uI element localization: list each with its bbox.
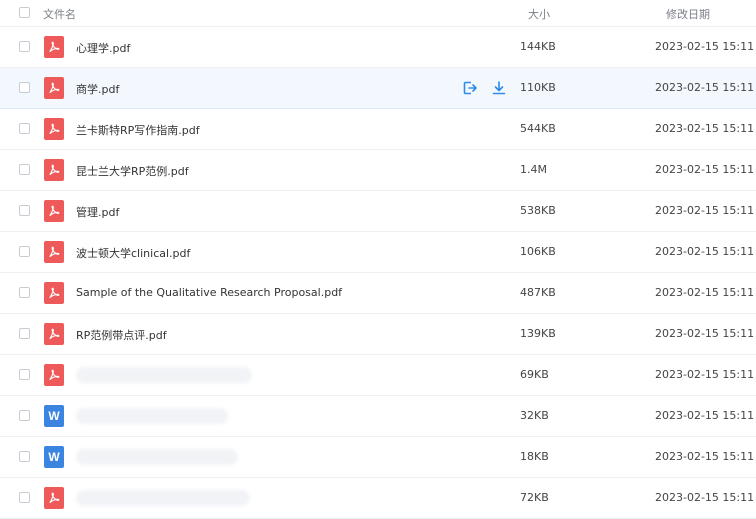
- blurred-file-name[interactable]: [76, 490, 250, 506]
- file-date: 2023-02-15 15:11: [655, 163, 755, 176]
- file-name[interactable]: 兰卡斯特RP写作指南.pdf: [76, 122, 200, 138]
- file-size: 110KB: [520, 81, 556, 94]
- row-checkbox[interactable]: [19, 369, 30, 380]
- pdf-file-icon: [44, 200, 64, 222]
- file-row[interactable]: W 18KB 2023-02-15 15:11: [0, 437, 756, 478]
- row-checkbox[interactable]: [19, 246, 30, 257]
- file-size: 72KB: [520, 491, 549, 504]
- row-checkbox[interactable]: [19, 123, 30, 134]
- file-size: 139KB: [520, 327, 556, 340]
- file-name[interactable]: 商学.pdf: [76, 81, 119, 97]
- pdf-file-icon: [44, 77, 64, 99]
- pdf-file-icon: [44, 241, 64, 263]
- file-name[interactable]: 管理.pdf: [76, 204, 119, 220]
- file-date: 2023-02-15 15:11: [655, 491, 755, 504]
- file-date: 2023-02-15 15:11: [655, 81, 755, 94]
- file-size: 1.4M: [520, 163, 547, 176]
- file-size: 106KB: [520, 245, 556, 258]
- file-row[interactable]: RP范例带点评.pdf 139KB 2023-02-15 15:11: [0, 314, 756, 355]
- download-icon[interactable]: [491, 80, 507, 96]
- file-name[interactable]: 波士顿大学clinical.pdf: [76, 245, 190, 261]
- pdf-file-icon: [44, 487, 64, 509]
- file-row[interactable]: 72KB 2023-02-15 15:11: [0, 478, 756, 519]
- blurred-file-name[interactable]: [76, 408, 228, 424]
- word-file-icon: W: [44, 405, 64, 427]
- pdf-file-icon: [44, 118, 64, 140]
- file-row[interactable]: 心理学.pdf 144KB 2023-02-15 15:11: [0, 27, 756, 68]
- file-date: 2023-02-15 15:11: [655, 204, 755, 217]
- row-checkbox[interactable]: [19, 205, 30, 216]
- file-size: 487KB: [520, 286, 556, 299]
- file-row[interactable]: 69KB 2023-02-15 15:11: [0, 355, 756, 396]
- column-header-date[interactable]: 修改日期: [666, 6, 710, 22]
- pdf-file-icon: [44, 282, 64, 304]
- file-list: 文件名 大小 修改日期 心理学.pdf 144KB 2023-02-15 15:…: [0, 0, 756, 519]
- file-name[interactable]: 心理学.pdf: [76, 40, 130, 56]
- file-row[interactable]: 管理.pdf 538KB 2023-02-15 15:11: [0, 191, 756, 232]
- file-size: 544KB: [520, 122, 556, 135]
- file-date: 2023-02-15 15:11: [655, 450, 755, 463]
- pdf-file-icon: [44, 364, 64, 386]
- file-name[interactable]: 昆士兰大学RP范例.pdf: [76, 163, 189, 179]
- file-date: 2023-02-15 15:11: [655, 40, 755, 53]
- file-row[interactable]: Sample of the Qualitative Research Propo…: [0, 273, 756, 314]
- column-header-name[interactable]: 文件名: [43, 6, 76, 22]
- file-row[interactable]: 昆士兰大学RP范例.pdf 1.4M 2023-02-15 15:11: [0, 150, 756, 191]
- file-list-header: 文件名 大小 修改日期: [0, 0, 756, 27]
- word-file-icon: W: [44, 446, 64, 468]
- file-size: 32KB: [520, 409, 549, 422]
- row-checkbox[interactable]: [19, 492, 30, 503]
- file-name[interactable]: Sample of the Qualitative Research Propo…: [76, 286, 342, 299]
- file-size: 18KB: [520, 450, 549, 463]
- share-icon[interactable]: [462, 80, 478, 96]
- pdf-file-icon: [44, 159, 64, 181]
- row-checkbox[interactable]: [19, 41, 30, 52]
- row-checkbox[interactable]: [19, 82, 30, 93]
- row-checkbox[interactable]: [19, 164, 30, 175]
- file-row[interactable]: 商学.pdf 110KB 2023-02-15 15:11: [0, 68, 756, 109]
- file-date: 2023-02-15 15:11: [655, 122, 755, 135]
- file-name[interactable]: RP范例带点评.pdf: [76, 327, 167, 343]
- file-size: 144KB: [520, 40, 556, 53]
- file-date: 2023-02-15 15:11: [655, 368, 755, 381]
- row-checkbox[interactable]: [19, 410, 30, 421]
- file-row[interactable]: 波士顿大学clinical.pdf 106KB 2023-02-15 15:11: [0, 232, 756, 273]
- pdf-file-icon: [44, 323, 64, 345]
- blurred-file-name[interactable]: [76, 449, 238, 465]
- file-date: 2023-02-15 15:11: [655, 327, 755, 340]
- file-size: 538KB: [520, 204, 556, 217]
- row-checkbox[interactable]: [19, 451, 30, 462]
- row-checkbox[interactable]: [19, 287, 30, 298]
- blurred-file-name[interactable]: [76, 367, 252, 383]
- file-row[interactable]: 兰卡斯特RP写作指南.pdf 544KB 2023-02-15 15:11: [0, 109, 756, 150]
- pdf-file-icon: [44, 36, 64, 58]
- row-checkbox[interactable]: [19, 328, 30, 339]
- select-all-checkbox[interactable]: [19, 7, 30, 18]
- file-size: 69KB: [520, 368, 549, 381]
- file-row[interactable]: W 32KB 2023-02-15 15:11: [0, 396, 756, 437]
- file-date: 2023-02-15 15:11: [655, 409, 755, 422]
- column-header-size[interactable]: 大小: [528, 6, 550, 22]
- file-date: 2023-02-15 15:11: [655, 286, 755, 299]
- file-date: 2023-02-15 15:11: [655, 245, 755, 258]
